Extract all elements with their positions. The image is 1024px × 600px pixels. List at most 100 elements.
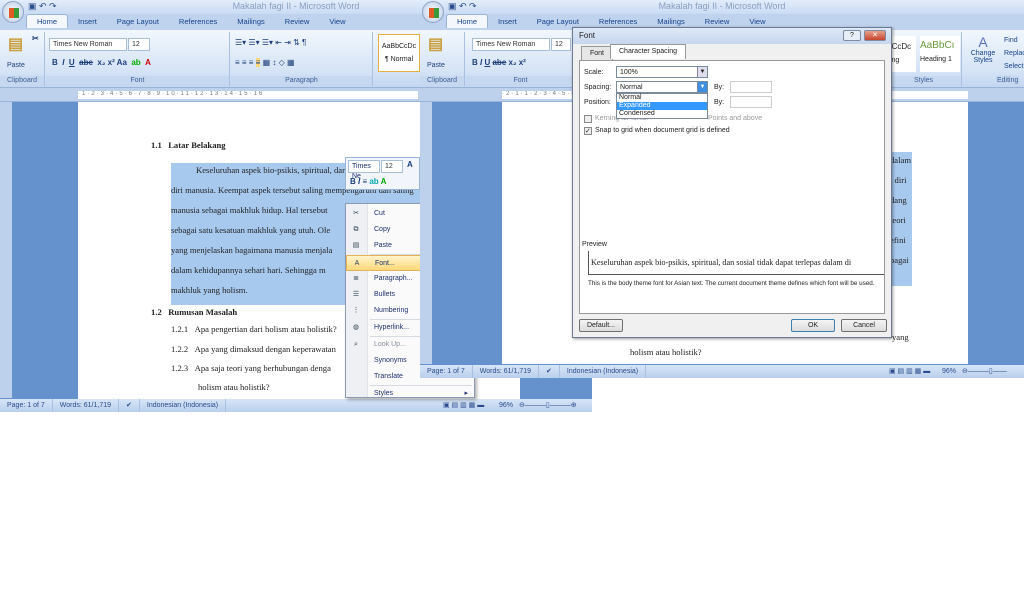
lookup-icon: ⌕ bbox=[354, 341, 358, 348]
tab-page-layout[interactable]: Page Layout bbox=[107, 15, 169, 28]
tab-insert[interactable]: Insert bbox=[488, 15, 527, 28]
proofing-icon[interactable]: ✔ bbox=[539, 365, 560, 378]
tab-font[interactable]: Font bbox=[581, 46, 614, 60]
copy-icon: ⧉ bbox=[353, 226, 359, 233]
align-buttons[interactable]: ≡ ≡ ≡ ≡ ▦ ↕ ◇ ▦ bbox=[235, 58, 295, 67]
paste-icon: ▤ bbox=[352, 242, 360, 249]
option-normal[interactable]: Normal bbox=[617, 94, 707, 102]
snap-to-grid-checkbox[interactable]: ✓ bbox=[584, 127, 592, 135]
kerning-checkbox[interactable] bbox=[584, 115, 592, 123]
mini-size-select[interactable]: 12 bbox=[381, 160, 403, 173]
bold-button[interactable]: B I U abe x₂ x² Aa ab A bbox=[52, 58, 151, 67]
item-number: 1.2.2 bbox=[171, 344, 189, 354]
mini-bold-button[interactable]: B I ≡ ab A bbox=[350, 177, 386, 186]
tab-references[interactable]: References bbox=[169, 15, 227, 28]
scale-select[interactable]: 100% ▼ bbox=[616, 66, 708, 78]
language-status[interactable]: Indonesian (Indonesia) bbox=[560, 365, 647, 378]
cancel-button[interactable]: Cancel bbox=[841, 319, 887, 332]
save-icon[interactable]: ▣ ↶ ↷ bbox=[448, 1, 477, 12]
page-count[interactable]: Page: 1 of 7 bbox=[0, 399, 53, 412]
position-label: Position: bbox=[584, 99, 611, 106]
word-count[interactable]: Words: 61/1,719 bbox=[473, 365, 540, 378]
by-label: By: bbox=[714, 84, 725, 91]
word-count[interactable]: Words: 61/1,719 bbox=[53, 399, 120, 412]
menu-item-label: Bullets bbox=[374, 291, 396, 298]
style-name: Heading 1 bbox=[920, 56, 952, 63]
spacing-select[interactable]: Normal ▼ bbox=[616, 81, 708, 93]
scale-label: Scale: bbox=[584, 69, 604, 76]
tab-character-spacing[interactable]: Character Spacing bbox=[610, 44, 686, 59]
scale-value: 100% bbox=[620, 69, 638, 76]
font-name-select[interactable]: Times New Roman bbox=[49, 38, 127, 51]
preview-text: Keseluruhan aspek bio-psikis, spiritual,… bbox=[591, 258, 852, 267]
menu-item-styles[interactable]: Styles ▸ bbox=[346, 386, 474, 402]
language-status[interactable]: Indonesian (Indonesia) bbox=[140, 399, 227, 412]
clipboard-group: ▤ Paste Clipboard bbox=[420, 32, 465, 86]
find-button[interactable]: Find bbox=[1004, 34, 1024, 47]
zoom-slider[interactable]: ⊖———▯———⊕ bbox=[512, 399, 584, 412]
office-button[interactable] bbox=[2, 1, 24, 23]
change-styles-button[interactable]: A Change Styles bbox=[966, 34, 1000, 64]
page-count[interactable]: Page: 1 of 7 bbox=[420, 365, 473, 378]
window-title: Makalah fagi II - Microsoft Word bbox=[420, 0, 1024, 14]
default-button[interactable]: Default... bbox=[579, 319, 623, 332]
paste-icon[interactable]: ▤ bbox=[8, 34, 23, 54]
menu-item-label: Paste bbox=[374, 242, 392, 249]
change-styles-label: Change Styles bbox=[970, 50, 996, 64]
style-heading-1[interactable]: AaBbCı Heading 1 bbox=[920, 36, 960, 72]
tab-home[interactable]: Home bbox=[446, 14, 489, 28]
spacing-label: Spacing: bbox=[584, 84, 612, 91]
bold-button[interactable]: B I U abe x₂ x² bbox=[472, 58, 526, 67]
item-text: Apa saja teori yang berhubungan denga bbox=[194, 363, 331, 373]
tab-view[interactable]: View bbox=[319, 15, 355, 28]
menu-item-label: Font... bbox=[375, 260, 395, 267]
tab-mailings[interactable]: Mailings bbox=[227, 15, 275, 28]
view-buttons[interactable]: ▣ ▤ ▥ ▦ ▬ bbox=[882, 365, 937, 378]
vertical-ruler[interactable] bbox=[0, 102, 12, 398]
help-button[interactable]: ? bbox=[843, 30, 861, 41]
cut-icon[interactable]: ✂ bbox=[32, 34, 39, 43]
tab-home[interactable]: Home bbox=[26, 14, 69, 28]
mini-font-select[interactable]: Times Ne bbox=[348, 160, 380, 180]
style-normal[interactable]: AaBbCcDc ¶ Normal bbox=[378, 34, 420, 72]
select-button[interactable]: Select bbox=[1004, 60, 1024, 73]
ok-button[interactable]: OK bbox=[791, 319, 835, 332]
tab-review[interactable]: Review bbox=[275, 15, 320, 28]
styles-group: AaBbCcDcding AaBbCıHeading 1 Styles bbox=[872, 32, 962, 86]
position-by-input[interactable] bbox=[730, 96, 772, 108]
option-condensed[interactable]: Condensed bbox=[617, 110, 707, 118]
office-button[interactable] bbox=[422, 1, 444, 23]
mini-toolbar: Times Ne 12 A B I ≡ ab A bbox=[345, 157, 420, 190]
list-buttons[interactable]: ☰▾ ☰▾ ☰▾ ⇤ ⇥ ⇅ ¶ bbox=[235, 38, 306, 47]
option-expanded[interactable]: Expanded bbox=[617, 102, 707, 110]
chevron-down-icon[interactable]: ▼ bbox=[697, 67, 707, 77]
paste-icon[interactable]: ▤ bbox=[428, 34, 443, 54]
mini-grow-font-icon[interactable]: A bbox=[407, 160, 413, 169]
snap-label: Snap to grid when document grid is defin… bbox=[595, 127, 730, 134]
heading-number: 1.2 bbox=[151, 307, 162, 317]
tab-insert[interactable]: Insert bbox=[68, 15, 107, 28]
clipboard-label: Clipboard bbox=[0, 76, 44, 86]
font-size-select[interactable]: 12 bbox=[128, 38, 150, 51]
scissors-icon: ✂ bbox=[353, 210, 359, 217]
spacing-by-input[interactable] bbox=[730, 81, 772, 93]
font-icon: A bbox=[354, 260, 360, 267]
clipboard-label: Clipboard bbox=[420, 76, 464, 86]
chevron-down-icon[interactable]: ▼ bbox=[697, 82, 707, 92]
spacing-value: Normal bbox=[620, 84, 643, 91]
close-button[interactable]: ✕ bbox=[864, 30, 886, 41]
paste-button[interactable]: Paste bbox=[427, 62, 445, 69]
paragraph-line: yang menjelaskan bagaimana manusia menja… bbox=[171, 245, 333, 255]
replace-button[interactable]: Replace bbox=[1004, 47, 1024, 60]
menu-item-label: Synonyms bbox=[374, 357, 407, 364]
paragraph-line: Keseluruhan aspek bio-psikis, spiritual,… bbox=[196, 165, 347, 175]
item-text: Apa yang dimaksud dengan keperawatan bbox=[194, 344, 336, 354]
menu-item-label: Styles bbox=[374, 390, 394, 397]
zoom-slider[interactable]: ⊖———▯—— bbox=[955, 365, 1014, 378]
font-size-select[interactable]: 12 bbox=[551, 38, 571, 51]
save-icon[interactable]: ▣ ↶ ↷ bbox=[28, 1, 57, 12]
paste-button[interactable]: Paste bbox=[7, 62, 25, 69]
font-name-select[interactable]: Times New Roman bbox=[472, 38, 550, 51]
vertical-ruler[interactable] bbox=[420, 102, 432, 364]
proofing-icon[interactable]: ✔ bbox=[119, 399, 140, 412]
